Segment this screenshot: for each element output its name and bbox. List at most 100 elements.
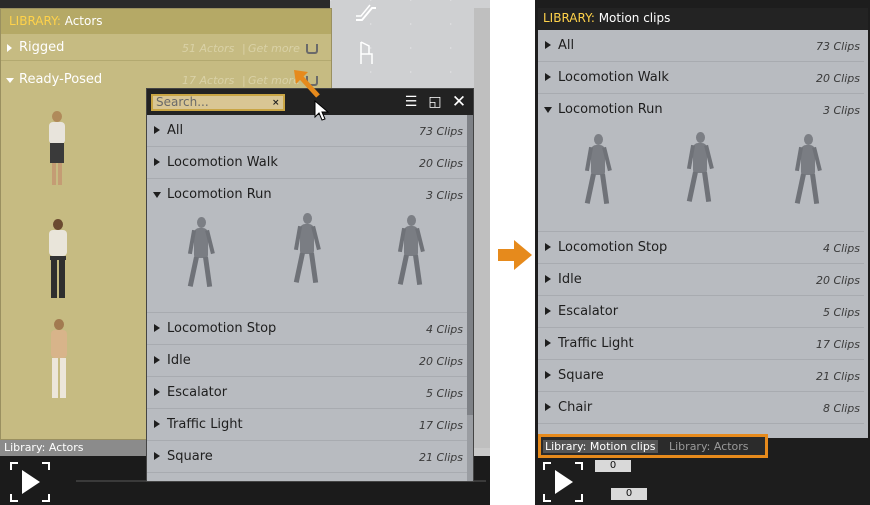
item-count: 5 Clips: [822, 306, 860, 319]
get-more-link[interactable]: Get more: [248, 42, 300, 55]
right-strip: [474, 8, 490, 448]
library-tabbar: Library: Motion clips Library: Actors: [538, 434, 768, 458]
item-count: 21 Clips: [419, 451, 463, 464]
row-count: 51 Actors: [182, 42, 235, 55]
item-count: 20 Clips: [419, 355, 463, 368]
item-label: Locomotion Stop: [558, 240, 668, 255]
item-count: 21 Clips: [816, 370, 860, 383]
play-button[interactable]: [10, 462, 50, 502]
cart-icon[interactable]: [306, 44, 318, 54]
clip-thumbnail[interactable]: [293, 213, 321, 289]
item-label: Locomotion Run: [167, 187, 272, 202]
popup-scrollbar[interactable]: [467, 115, 473, 481]
clip-thumbnail[interactable]: [187, 217, 215, 293]
clip-thumbnail[interactable]: [686, 132, 714, 208]
dock-icon[interactable]: ◱: [427, 94, 443, 110]
close-icon[interactable]: ✕: [451, 94, 467, 111]
list-item[interactable]: Idle 20 Clips: [147, 345, 467, 377]
item-label: Escalator: [167, 385, 228, 400]
chevron-down-icon: [6, 78, 14, 83]
list-item[interactable]: Idle 20 Clips: [538, 264, 864, 296]
frame-counter[interactable]: 0: [595, 460, 631, 472]
chevron-right-icon: [154, 126, 160, 134]
chevron-right-icon: [545, 339, 551, 347]
list-item[interactable]: Locomotion Run 3 Clips: [147, 179, 467, 313]
item-count: 17 Clips: [419, 419, 463, 432]
list-item[interactable]: Escalator 5 Clips: [147, 377, 467, 409]
list-item[interactable]: Locomotion Run 3 Clips: [538, 94, 864, 232]
tab-library-motion-clips[interactable]: Library: Motion clips: [543, 440, 658, 453]
actor-thumbnail[interactable]: [45, 219, 71, 301]
chevron-right-icon: [545, 275, 551, 283]
play-icon: [555, 470, 573, 494]
list-item[interactable]: Chair 8 Clips: [538, 392, 864, 424]
item-label: Traffic Light: [558, 336, 634, 351]
item-label: Square: [558, 368, 604, 383]
list-item[interactable]: Traffic Light 17 Clips: [538, 328, 864, 360]
item-count: 73 Clips: [419, 125, 463, 138]
list-item[interactable]: Escalator 5 Clips: [538, 296, 864, 328]
library-header-title: Actors: [64, 14, 103, 28]
chevron-right-icon: [154, 324, 160, 332]
library-header: LIBRARY: Motion clips: [538, 8, 868, 30]
popup-list: All 73 Clips Locomotion Walk 20 Clips Lo…: [147, 115, 467, 481]
play-icon: [22, 470, 40, 494]
item-label: All: [558, 38, 575, 53]
list-item[interactable]: Locomotion Stop 4 Clips: [538, 232, 864, 264]
chevron-right-icon: [154, 388, 160, 396]
tab-library-actors[interactable]: Library: Actors: [4, 441, 84, 454]
item-count: 20 Clips: [419, 157, 463, 170]
search-placeholder: Search...: [156, 95, 209, 109]
actor-thumbnail[interactable]: [45, 111, 69, 189]
clip-thumbnail[interactable]: [397, 215, 425, 291]
library-list: All 73 Clips Locomotion Walk 20 Clips Lo…: [538, 30, 864, 436]
chevron-right-icon: [545, 41, 551, 49]
chevron-right-icon: [545, 403, 551, 411]
item-count: 8 Clips: [822, 402, 860, 415]
mouse-cursor-icon: [314, 99, 330, 122]
arrow-right-icon: [498, 240, 532, 270]
list-item[interactable]: All 73 Clips: [538, 30, 864, 62]
list-item[interactable]: Locomotion Walk 20 Clips: [147, 147, 467, 179]
item-count: 3 Clips: [822, 104, 860, 117]
frame-counter[interactable]: 0: [611, 488, 647, 500]
item-count: 4 Clips: [425, 323, 463, 336]
list-item[interactable]: Locomotion Stop 4 Clips: [147, 313, 467, 345]
list-item-rigged[interactable]: Rigged 51 Actors | Get more: [1, 35, 331, 61]
item-count: 4 Clips: [822, 242, 860, 255]
item-label: Escalator: [558, 304, 619, 319]
item-count: 3 Clips: [425, 189, 463, 202]
item-label: Idle: [558, 272, 582, 287]
chevron-right-icon: [7, 44, 12, 52]
clip-thumbnail[interactable]: [794, 134, 822, 210]
escalator-icon[interactable]: [354, 2, 378, 24]
scrollbar-thumb[interactable]: [467, 115, 473, 415]
item-label: Traffic Light: [167, 417, 243, 432]
item-label: Square: [167, 449, 213, 464]
list-view-icon[interactable]: ☰: [403, 94, 419, 110]
chevron-down-icon: [544, 107, 552, 113]
chevron-right-icon: [545, 243, 551, 251]
list-item[interactable]: Traffic Light 17 Clips: [147, 409, 467, 441]
chevron-right-icon: [545, 307, 551, 315]
row-label: Ready-Posed: [19, 72, 103, 87]
item-label: Locomotion Run: [558, 102, 663, 117]
chair-icon[interactable]: [356, 40, 378, 66]
clear-icon[interactable]: ×: [272, 98, 282, 108]
chevron-right-icon: [154, 452, 160, 460]
item-label: Idle: [167, 353, 191, 368]
list-item[interactable]: Square 21 Clips: [147, 441, 467, 473]
actor-thumbnail[interactable]: [47, 319, 71, 403]
list-item[interactable]: Square 21 Clips: [538, 360, 864, 392]
list-item[interactable]: Locomotion Walk 20 Clips: [538, 62, 864, 94]
item-count: 73 Clips: [816, 40, 860, 53]
list-item[interactable]: All 73 Clips: [147, 115, 467, 147]
search-input[interactable]: Search... ×: [151, 94, 285, 111]
tab-library-actors[interactable]: Library: Actors: [669, 440, 749, 453]
library-header-title: Motion clips: [598, 11, 671, 25]
chevron-right-icon: [154, 356, 160, 364]
clip-thumbnail[interactable]: [584, 134, 612, 210]
right-screen: LIBRARY: Motion clips All 73 Clips Locom…: [535, 0, 870, 505]
play-button[interactable]: [543, 462, 583, 502]
item-count: 20 Clips: [816, 72, 860, 85]
